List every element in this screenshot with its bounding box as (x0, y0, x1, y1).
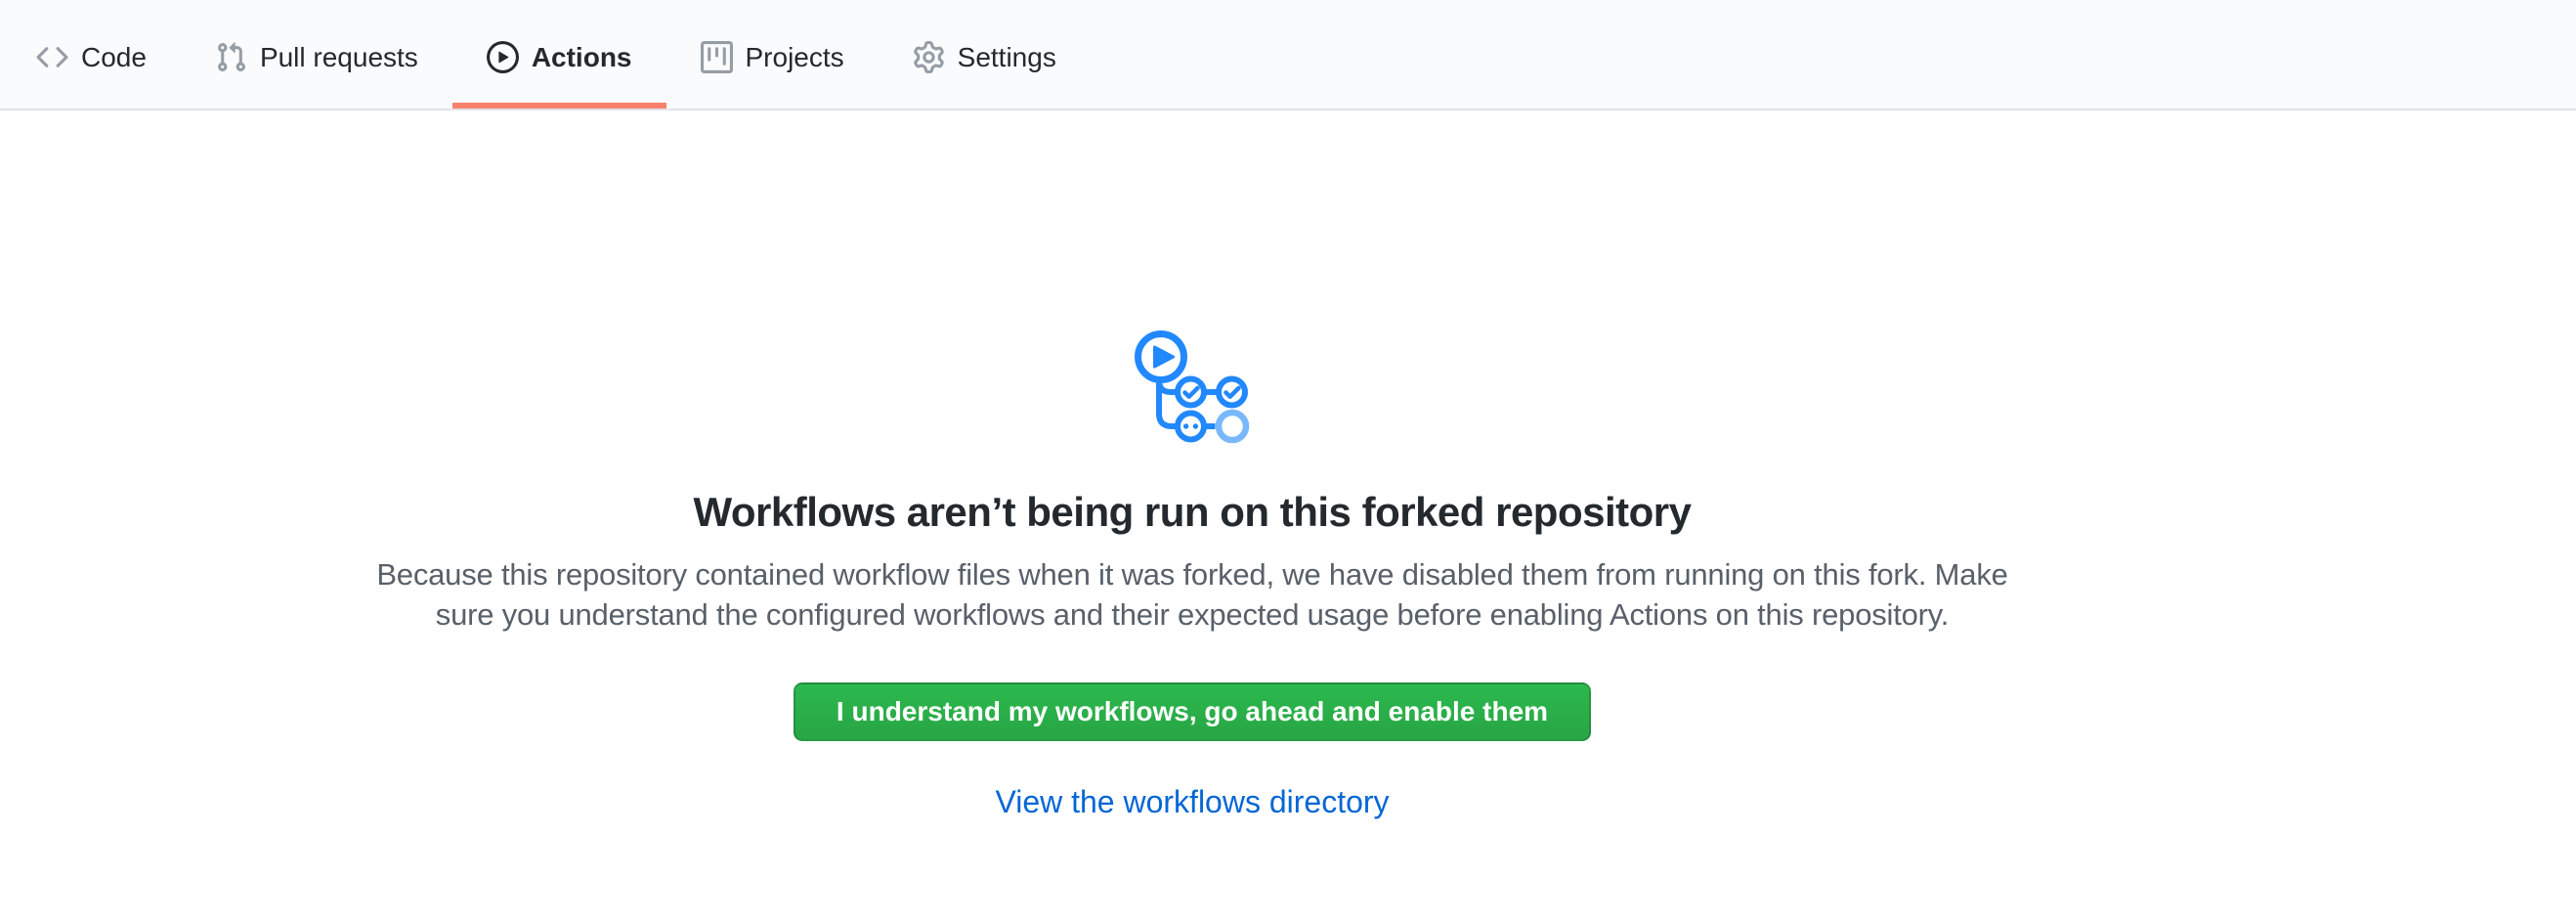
tab-actions[interactable]: Actions (452, 0, 666, 109)
git-pull-request-icon (215, 41, 247, 73)
blankslate-description: Because this repository contained workfl… (303, 554, 2082, 635)
page-title: Workflows aren’t being run on this forke… (0, 486, 2384, 539)
tab-pull-requests-label: Pull requests (260, 44, 418, 71)
tab-code-label: Code (81, 44, 147, 71)
project-icon (701, 41, 733, 73)
tab-projects-label: Projects (746, 44, 844, 71)
code-icon (36, 41, 68, 73)
tab-actions-label: Actions (532, 44, 632, 71)
description-line-2: sure you understand the configured workf… (303, 594, 2082, 635)
tab-settings[interactable]: Settings (879, 0, 1091, 109)
play-icon (487, 41, 519, 73)
tab-projects[interactable]: Projects (666, 0, 879, 109)
actions-content: Workflows aren’t being run on this forke… (0, 110, 2384, 820)
view-workflows-link-row: View the workflows directory (0, 784, 2384, 820)
tab-pull-requests[interactable]: Pull requests (181, 0, 452, 109)
tab-code[interactable]: Code (2, 0, 181, 109)
gear-icon (913, 41, 945, 73)
workflows-disabled-blankslate: Workflows aren’t being run on this forke… (0, 110, 2384, 820)
workflow-illustration-icon (1134, 328, 1251, 445)
enable-workflows-button[interactable]: I understand my workflows, go ahead and … (794, 682, 1591, 741)
tab-settings-label: Settings (958, 44, 1056, 71)
description-line-1: Because this repository contained workfl… (303, 554, 2082, 594)
repo-tab-nav: Code Pull requests Actions Projects Sett… (0, 0, 2576, 110)
view-workflows-directory-link[interactable]: View the workflows directory (995, 784, 1389, 819)
